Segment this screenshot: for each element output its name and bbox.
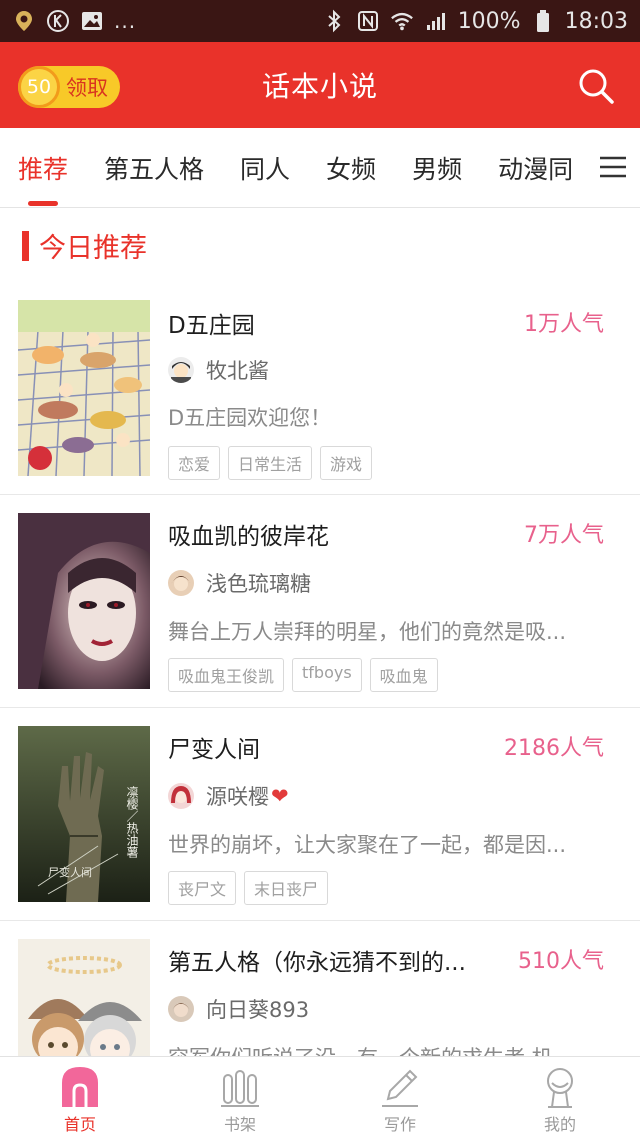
signal-icon	[424, 9, 448, 33]
book-tag[interactable]: 游戏	[320, 446, 373, 480]
book-tag[interactable]: 日常生活	[228, 446, 313, 480]
book-tags: 恋爱 日常生活 游戏	[168, 446, 373, 480]
book-popularity: 7万人气	[524, 523, 604, 548]
clock: 18:03	[564, 8, 628, 34]
nav-write[interactable]: 写作	[320, 1057, 480, 1138]
book-tags: 吸血鬼王俊凯 tfboys 吸血鬼	[168, 658, 438, 692]
tab-label: 推荐	[18, 154, 69, 184]
book-cover[interactable]	[18, 300, 150, 476]
book-description: 舞台上万人崇拜的明星，他们的竟然是吸...	[168, 620, 567, 644]
nfc-icon	[356, 9, 380, 33]
tab-fanfic[interactable]: 同人	[240, 128, 291, 207]
tab-label: 女频	[326, 154, 377, 184]
tab-anime[interactable]: 动漫同	[498, 128, 574, 207]
tab-recommend[interactable]: 推荐	[18, 128, 69, 207]
heart-icon: ❤	[271, 784, 289, 808]
nav-label: 书架	[223, 1115, 256, 1134]
book-popularity: 2186人气	[504, 736, 604, 761]
status-left-icons: ...	[12, 9, 136, 33]
tab-label: 第五人格	[104, 154, 205, 184]
bluetooth-icon	[322, 9, 346, 33]
active-tab-indicator	[28, 200, 59, 206]
book-tags: 丧尸文 末日丧尸	[168, 871, 329, 905]
category-tabs: 推荐 第五人格 同人 女频 男频 动漫同	[0, 128, 640, 208]
menu-icon[interactable]	[598, 152, 628, 182]
book-cover[interactable]: 尸变人间 凛樱／热油薯	[18, 726, 150, 902]
book-author[interactable]: 源咲樱 ❤	[168, 781, 289, 811]
status-bar: ... 100% 18:03	[0, 0, 640, 42]
nav-label: 写作	[383, 1115, 416, 1134]
author-name: 牧北酱	[206, 359, 269, 383]
tab-label: 动漫同	[498, 154, 574, 184]
coin-icon: 50	[18, 66, 60, 108]
nav-home[interactable]: 首页	[0, 1057, 160, 1138]
book-tag[interactable]: 吸血鬼王俊凯	[168, 658, 285, 692]
pen-icon	[380, 1065, 420, 1109]
book-description: 突军你们听说了没，有一个新的求生者 机...	[168, 1042, 614, 1056]
claim-label: 领取	[66, 76, 108, 100]
book-title: 吸血凯的彼岸花	[168, 524, 329, 550]
book-tag[interactable]: 末日丧尸	[244, 871, 329, 905]
coin-value: 50	[26, 76, 52, 98]
section-title: 今日推荐	[39, 233, 147, 264]
battery-icon	[531, 9, 555, 33]
tab-identity-v[interactable]: 第五人格	[104, 128, 205, 207]
wifi-icon	[390, 9, 414, 33]
author-avatar	[168, 357, 194, 383]
author-name: 浅色琉璃糖	[206, 572, 311, 596]
app-header: 50 领取 话本小说	[0, 42, 640, 128]
profile-icon	[540, 1065, 580, 1109]
book-title: 第五人格（你永远猜不到的...	[168, 950, 466, 976]
book-item[interactable]: D五庄园 1万人气 牧北酱 D五庄园欢迎您！ 恋爱 日常生活 游戏	[0, 300, 640, 495]
tab-label: 同人	[240, 154, 291, 184]
nav-bookshelf[interactable]: 书架	[160, 1057, 320, 1138]
author-avatar	[168, 570, 194, 596]
tab-female[interactable]: 女频	[326, 128, 377, 207]
page-title: 话本小说	[261, 70, 378, 103]
book-popularity: 1万人气	[524, 312, 604, 337]
book-tag[interactable]: 丧尸文	[168, 871, 237, 905]
claim-coins-button[interactable]: 50 领取	[18, 66, 120, 108]
book-tag[interactable]: 恋爱	[168, 446, 221, 480]
tab-label: 男频	[412, 154, 463, 184]
bookshelf-icon	[220, 1065, 260, 1109]
book-item[interactable]: 尸变人间 凛樱／热油薯 尸变人间 2186人气 源咲樱 ❤ 世界的崩坏，让大家聚…	[0, 708, 640, 921]
book-tag[interactable]: tfboys	[292, 658, 362, 692]
book-item[interactable]: 吸血凯的彼岸花 7万人气 浅色琉璃糖 舞台上万人崇拜的明星，他们的竟然是吸...…	[0, 495, 640, 708]
book-description: 世界的崩坏，让大家聚在了一起，都是因...	[168, 833, 567, 857]
book-author[interactable]: 向日葵893	[168, 994, 309, 1024]
search-icon[interactable]	[576, 66, 616, 106]
home-icon	[60, 1065, 100, 1109]
book-description: D五庄园欢迎您！	[168, 406, 332, 430]
status-more: ...	[114, 9, 137, 33]
book-author[interactable]: 牧北酱	[168, 355, 269, 385]
author-name: 源咲樱	[206, 785, 269, 809]
bottom-navigation: 首页 书架 写作 我的	[0, 1056, 640, 1138]
author-avatar	[168, 996, 194, 1022]
author-name: 向日葵893	[206, 998, 310, 1022]
book-popularity: 510人气	[518, 949, 604, 974]
book-cover[interactable]	[18, 513, 150, 689]
location-pin-icon	[12, 9, 36, 33]
book-tag[interactable]: 吸血鬼	[369, 658, 438, 692]
k-icon	[46, 9, 70, 33]
image-icon	[80, 9, 104, 33]
author-avatar	[168, 783, 194, 809]
book-item[interactable]: 第五人格（你永远猜不到的... 510人气 向日葵893 突军你们听说了没，有一…	[0, 921, 640, 1056]
cover-author-text: 凛樱／热油薯	[125, 785, 139, 858]
cover-title: 尸变人间	[48, 865, 92, 879]
status-right-icons: 100% 18:03	[322, 9, 628, 34]
battery-percent: 100%	[457, 8, 521, 34]
book-title: 尸变人间	[168, 737, 260, 763]
book-author[interactable]: 浅色琉璃糖	[168, 568, 311, 598]
book-title: D五庄园	[168, 313, 255, 339]
nav-label: 首页	[63, 1115, 96, 1134]
nav-label: 我的	[543, 1115, 576, 1134]
section-header: 今日推荐	[22, 226, 147, 265]
section-marker	[22, 230, 29, 261]
book-cover[interactable]	[18, 939, 150, 1056]
tab-male[interactable]: 男频	[412, 128, 463, 207]
nav-profile[interactable]: 我的	[480, 1057, 640, 1138]
